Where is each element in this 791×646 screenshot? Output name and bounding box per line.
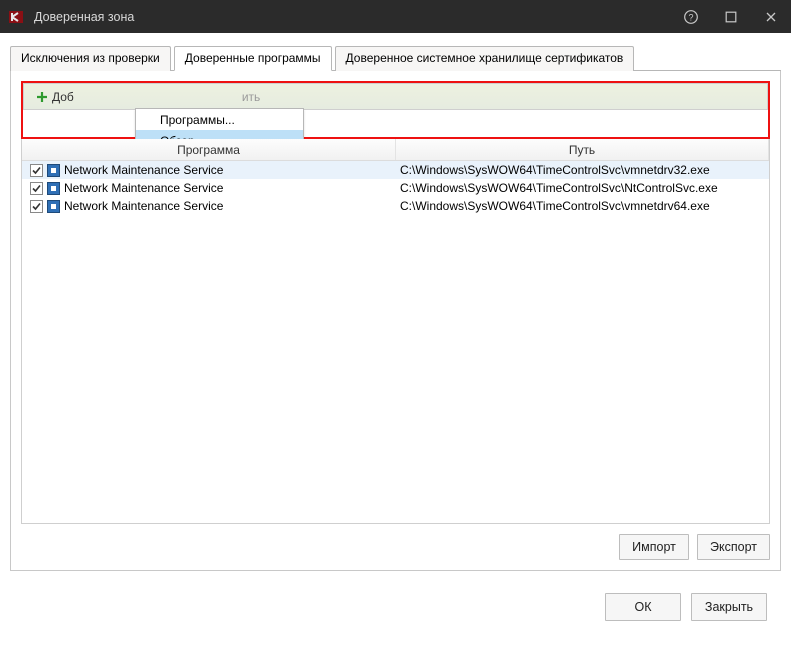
- add-button-label: Доб: [52, 90, 74, 104]
- program-path: C:\Windows\SysWOW64\TimeControlSvc\vmnet…: [396, 199, 769, 213]
- window-title: Доверенная зона: [34, 10, 671, 24]
- col-header-path[interactable]: Путь: [396, 139, 769, 160]
- program-name: Network Maintenance Service: [64, 163, 223, 177]
- table-row[interactable]: Network Maintenance Service C:\Windows\S…: [22, 161, 769, 179]
- grid-header: Программа Путь: [22, 139, 769, 161]
- annotation-highlight: Доб ить Программы... Обзор...: [21, 81, 770, 139]
- program-icon: [47, 182, 60, 195]
- panel-footer: Импорт Экспорт: [21, 524, 770, 560]
- table-row[interactable]: Network Maintenance Service C:\Windows\S…: [22, 179, 769, 197]
- program-icon: [47, 200, 60, 213]
- plus-icon: [36, 91, 48, 103]
- menu-item-programs[interactable]: Программы...: [136, 109, 303, 130]
- export-button[interactable]: Экспорт: [697, 534, 770, 560]
- maximize-icon[interactable]: [711, 0, 751, 33]
- close-button[interactable]: Закрыть: [691, 593, 767, 621]
- toolbar: Доб ить: [23, 83, 768, 110]
- tab-exclusions[interactable]: Исключения из проверки: [10, 46, 171, 71]
- app-logo-icon: [8, 8, 26, 26]
- row-checkbox[interactable]: [30, 200, 43, 213]
- svg-text:?: ?: [688, 12, 693, 22]
- help-icon[interactable]: ?: [671, 0, 711, 33]
- table-row[interactable]: Network Maintenance Service C:\Windows\S…: [22, 197, 769, 215]
- delete-button: ить: [236, 85, 266, 108]
- add-button[interactable]: Доб: [30, 85, 80, 108]
- program-icon: [47, 164, 60, 177]
- delete-button-label: ить: [242, 90, 260, 104]
- grid-body: Network Maintenance Service C:\Windows\S…: [22, 161, 769, 215]
- titlebar: Доверенная зона ?: [0, 0, 791, 33]
- dialog-footer: ОК Закрыть: [10, 571, 781, 621]
- programs-grid: Программа Путь Network Maintenance Servi…: [21, 139, 770, 524]
- col-header-program[interactable]: Программа: [22, 139, 396, 160]
- program-name: Network Maintenance Service: [64, 199, 223, 213]
- tabs: Исключения из проверки Доверенные програ…: [10, 45, 781, 71]
- ok-button[interactable]: ОК: [605, 593, 681, 621]
- tab-trusted-programs[interactable]: Доверенные программы: [174, 46, 332, 71]
- program-path: C:\Windows\SysWOW64\TimeControlSvc\vmnet…: [396, 163, 769, 177]
- close-icon[interactable]: [751, 0, 791, 33]
- import-button[interactable]: Импорт: [619, 534, 689, 560]
- tab-cert-store[interactable]: Доверенное системное хранилище сертифика…: [335, 46, 635, 71]
- row-checkbox[interactable]: [30, 182, 43, 195]
- row-checkbox[interactable]: [30, 164, 43, 177]
- trusted-programs-panel: Доб ить Программы... Обзор... Программа …: [10, 71, 781, 571]
- content-area: Исключения из проверки Доверенные програ…: [0, 33, 791, 621]
- program-path: C:\Windows\SysWOW64\TimeControlSvc\NtCon…: [396, 181, 769, 195]
- program-name: Network Maintenance Service: [64, 181, 223, 195]
